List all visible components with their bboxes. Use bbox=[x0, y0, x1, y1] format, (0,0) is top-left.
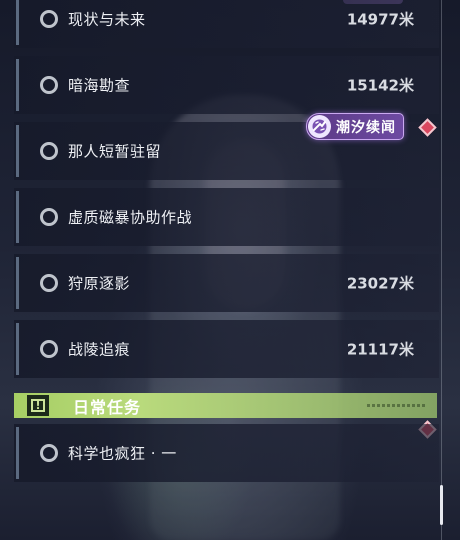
quest-item-bar bbox=[16, 257, 19, 309]
scrollbar-thumb[interactable] bbox=[440, 485, 443, 525]
quest-distance: 21117米 bbox=[346, 340, 414, 359]
daily-quest-item[interactable]: 科学也疯狂 · 一 bbox=[14, 424, 439, 482]
quest-status-circle-icon bbox=[40, 10, 58, 28]
quest-item-bar bbox=[16, 59, 19, 111]
tidal-tag-icon bbox=[308, 115, 331, 138]
section-title: 日常任务 bbox=[73, 397, 142, 417]
quest-name: 现状与未来 bbox=[68, 10, 146, 29]
tidal-tag-label: 潮汐续闻 bbox=[336, 119, 396, 136]
quest-distance: 15142米 bbox=[346, 76, 414, 95]
quest-status-circle-icon bbox=[40, 444, 58, 462]
quest-distance: 14977米 bbox=[346, 10, 414, 29]
quest-name: 狩原逐影 bbox=[68, 274, 131, 293]
alert-mark: ! bbox=[31, 399, 45, 412]
quest-item[interactable]: 虚质磁暴协助作战 bbox=[14, 188, 439, 246]
quest-status-circle-icon bbox=[40, 208, 58, 226]
quest-status-circle-icon bbox=[40, 274, 58, 292]
quest-item-bar bbox=[16, 125, 19, 177]
quest-distance: 23027米 bbox=[346, 274, 414, 293]
quest-item-bar bbox=[16, 323, 19, 375]
quest-status-circle-icon bbox=[40, 142, 58, 160]
quest-status-circle-icon bbox=[40, 76, 58, 94]
quest-name: 科学也疯狂 · 一 bbox=[68, 444, 177, 463]
quest-item[interactable]: 战陵追痕 21117米 bbox=[14, 320, 439, 378]
quest-name: 虚质磁暴协助作战 bbox=[68, 208, 193, 227]
quest-status-circle-icon bbox=[40, 340, 58, 358]
daily-quests-header[interactable]: ! 日常任务 bbox=[14, 393, 437, 418]
scrollbar-track[interactable] bbox=[441, 0, 442, 540]
header-decoration bbox=[367, 404, 427, 407]
quest-item[interactable]: 现状与未来 14977米 bbox=[14, 0, 439, 48]
alert-box-icon: ! bbox=[27, 395, 49, 416]
quest-name: 战陵追痕 bbox=[68, 340, 131, 359]
quest-name: 暗海勘查 bbox=[68, 76, 131, 95]
quest-name: 那人短暂驻留 bbox=[68, 142, 162, 161]
quest-item-bar bbox=[16, 0, 19, 45]
quest-item[interactable]: 狩原逐影 23027米 bbox=[14, 254, 439, 312]
quest-item[interactable]: 暗海勘查 15142米 bbox=[14, 56, 439, 114]
quest-item-bar bbox=[16, 427, 19, 479]
quest-item-bar bbox=[16, 191, 19, 243]
tidal-story-tag[interactable]: 潮汐续闻 bbox=[306, 113, 404, 140]
